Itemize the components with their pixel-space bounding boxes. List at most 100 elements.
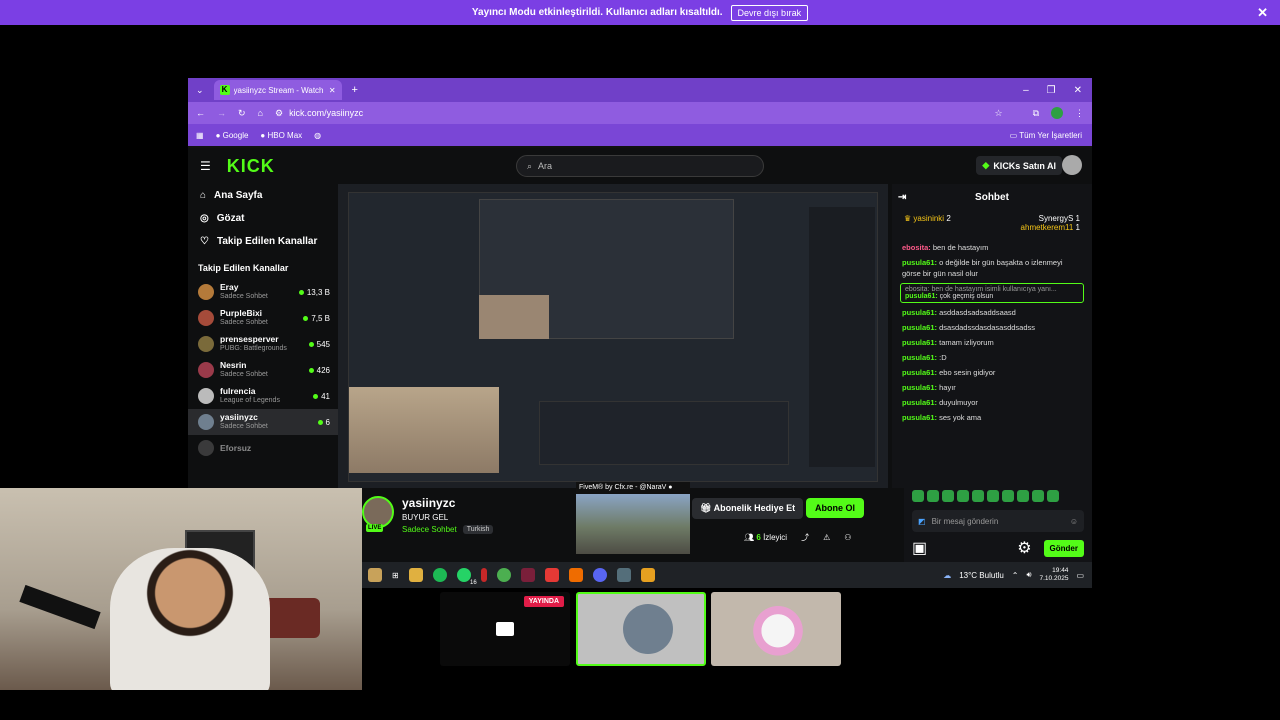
app-icon[interactable]	[520, 568, 535, 582]
chat-user[interactable]: pusula61:	[902, 323, 937, 332]
kick-logo[interactable]: KICK	[227, 156, 275, 177]
close-icon[interactable]: ✕	[1257, 5, 1268, 21]
app-icon[interactable]	[616, 568, 631, 582]
nav-following[interactable]: ♡ Takip Edilen Kanallar	[188, 230, 338, 253]
nav-home[interactable]: ⌂ Ana Sayfa	[188, 184, 338, 207]
discord-icon[interactable]	[592, 568, 607, 582]
chevron-up-icon[interactable]: ⌃	[1012, 571, 1019, 580]
maximize-icon[interactable]: ❐	[1047, 85, 1056, 96]
store-icon[interactable]: ▣	[912, 538, 927, 558]
chat-message: pusula61: asddasdsadsaddsaasd	[892, 305, 1092, 320]
clock[interactable]: 19:44 7.10.2025	[1040, 567, 1069, 583]
gift-sub-button[interactable]: 🎁︎ Abonelik Hediye Et	[692, 498, 804, 519]
emote-icon[interactable]	[1047, 490, 1059, 502]
chat-user[interactable]: pusula61:	[902, 383, 937, 392]
channel-item[interactable]: yasiinyzc Sadece Sohbet 6	[188, 409, 338, 435]
globe-icon[interactable]: ◍	[314, 131, 321, 140]
chat-user[interactable]: pusula61:	[902, 353, 937, 362]
channel-item[interactable]: Eforsuz	[188, 435, 338, 461]
weather-text[interactable]: 13°C Bulutlu	[959, 571, 1004, 580]
disable-streamer-mode-button[interactable]: Devre dışı bırak	[730, 4, 809, 21]
menu-icon[interactable]: ⋮	[1075, 108, 1084, 119]
minimize-icon[interactable]: –	[1023, 85, 1029, 96]
search-input[interactable]: ⌕ Ara	[516, 155, 764, 177]
all-bookmarks[interactable]: ▭ Tüm Yer İşaretleri	[1010, 131, 1082, 140]
tab-list-icon[interactable]: ⌄	[196, 85, 204, 96]
youtube-icon[interactable]	[544, 568, 559, 582]
app-icon[interactable]	[640, 568, 655, 582]
bookmark-hbo[interactable]: ● HBO Max	[260, 131, 302, 140]
chat-user[interactable]: pusula61:	[902, 258, 937, 267]
send-button[interactable]: Gönder	[1043, 539, 1084, 557]
bookmark-google[interactable]: ● Google	[216, 131, 249, 140]
emote-icon[interactable]	[927, 490, 939, 502]
channel-item[interactable]: prensesperver PUBG: Battlegrounds 545	[188, 331, 338, 357]
volume-icon[interactable]: 🔊︎	[1026, 570, 1031, 580]
channel-item[interactable]: PurpleBixi Sadece Sohbet 7,5 B	[188, 305, 338, 331]
profile-icon[interactable]	[1051, 107, 1063, 119]
close-tab-icon[interactable]: ✕	[329, 86, 336, 95]
app-icon[interactable]	[480, 568, 487, 582]
emote-icon[interactable]	[1017, 490, 1029, 502]
channel-item[interactable]: Eray Sadece Sohbet 13,3 B	[188, 279, 338, 305]
time: 19:44	[1052, 567, 1069, 574]
user-menu-icon[interactable]: ⚇	[844, 533, 851, 542]
site-info-icon[interactable]: ⚙	[275, 108, 283, 119]
buy-kicks-button[interactable]: ◆ KICKs Satın Al	[976, 156, 1062, 175]
window-preview[interactable]: FiveM® by Cfx.re - @NaraV ●	[576, 482, 690, 554]
chat-user[interactable]: pusula61:	[902, 398, 937, 407]
apps-icon[interactable]: ▦	[196, 131, 204, 140]
forward-icon[interactable]: →	[217, 108, 226, 118]
participant-tile[interactable]	[576, 592, 706, 666]
chrome-icon[interactable]	[496, 568, 511, 582]
subscribe-button[interactable]: Abone Ol	[806, 498, 864, 518]
start-icon[interactable]	[368, 568, 382, 582]
new-tab-icon[interactable]: +	[352, 84, 358, 96]
emoji-icon[interactable]: ☺	[1070, 517, 1078, 526]
close-window-icon[interactable]: ✕	[1074, 85, 1082, 96]
language-tag[interactable]: Turkish	[462, 525, 494, 534]
url-field[interactable]: ⚙ kick.com/yasiinyzc	[275, 105, 983, 121]
video-player[interactable]	[338, 184, 888, 488]
chat-user[interactable]: pusula61:	[902, 308, 937, 317]
channel-item[interactable]: Nesrin Sadece Sohbet 426	[188, 357, 338, 383]
emote-icon[interactable]	[912, 490, 924, 502]
chat-user[interactable]: pusula61:	[902, 413, 937, 422]
emote-icon[interactable]	[957, 490, 969, 502]
collapse-chat-icon[interactable]: ⇥	[898, 192, 906, 203]
browser-tab[interactable]: K yasiinyzc Stream - Watch Li ✕	[213, 80, 342, 100]
report-icon[interactable]: ⚠	[823, 533, 830, 542]
screen-share-tile[interactable]: YAYINDA	[440, 592, 570, 666]
emote-icon[interactable]	[942, 490, 954, 502]
channel-item[interactable]: fulrencia League of Legends 41	[188, 383, 338, 409]
settings-icon[interactable]: ⚙	[1017, 538, 1031, 558]
reload-icon[interactable]: ↻	[238, 108, 246, 119]
chat-user[interactable]: pusula61:	[905, 293, 938, 300]
notification-icon[interactable]: ▭	[1076, 571, 1084, 580]
streamer-avatar[interactable]: LIVE	[362, 496, 394, 532]
user-avatar[interactable]	[1062, 155, 1082, 175]
star-icon[interactable]: ☆	[994, 108, 1002, 119]
home-icon[interactable]: ⌂	[258, 108, 263, 118]
back-icon[interactable]: ←	[196, 108, 205, 118]
app-icon[interactable]	[568, 568, 583, 582]
spotify-icon[interactable]	[432, 568, 447, 582]
emote-icon[interactable]	[1002, 490, 1014, 502]
extensions-icon[interactable]: ⧉	[1033, 108, 1039, 119]
emote-icon[interactable]	[987, 490, 999, 502]
task-view-icon[interactable]: ⊞	[392, 571, 399, 580]
stream-category[interactable]: Sadece Sohbet	[402, 525, 457, 534]
participant-tile[interactable]	[711, 592, 841, 666]
share-icon[interactable]: ⤴	[801, 532, 809, 543]
chat-user[interactable]: pusula61:	[902, 368, 937, 377]
chat-message-input[interactable]: ◩ Bir mesaj gönderin ☺	[912, 510, 1084, 532]
whatsapp-icon[interactable]: 16	[456, 568, 477, 586]
emote-icon[interactable]	[972, 490, 984, 502]
chat-user[interactable]: ebosita:	[902, 243, 931, 252]
emote-icon[interactable]	[1032, 490, 1044, 502]
nav-browse[interactable]: ◎ Gözat	[188, 207, 338, 230]
streamer-name[interactable]: yasiinyzc	[402, 496, 493, 510]
file-explorer-icon[interactable]	[408, 568, 423, 582]
hamburger-icon[interactable]: ☰	[200, 159, 211, 173]
chat-user[interactable]: pusula61:	[902, 338, 937, 347]
